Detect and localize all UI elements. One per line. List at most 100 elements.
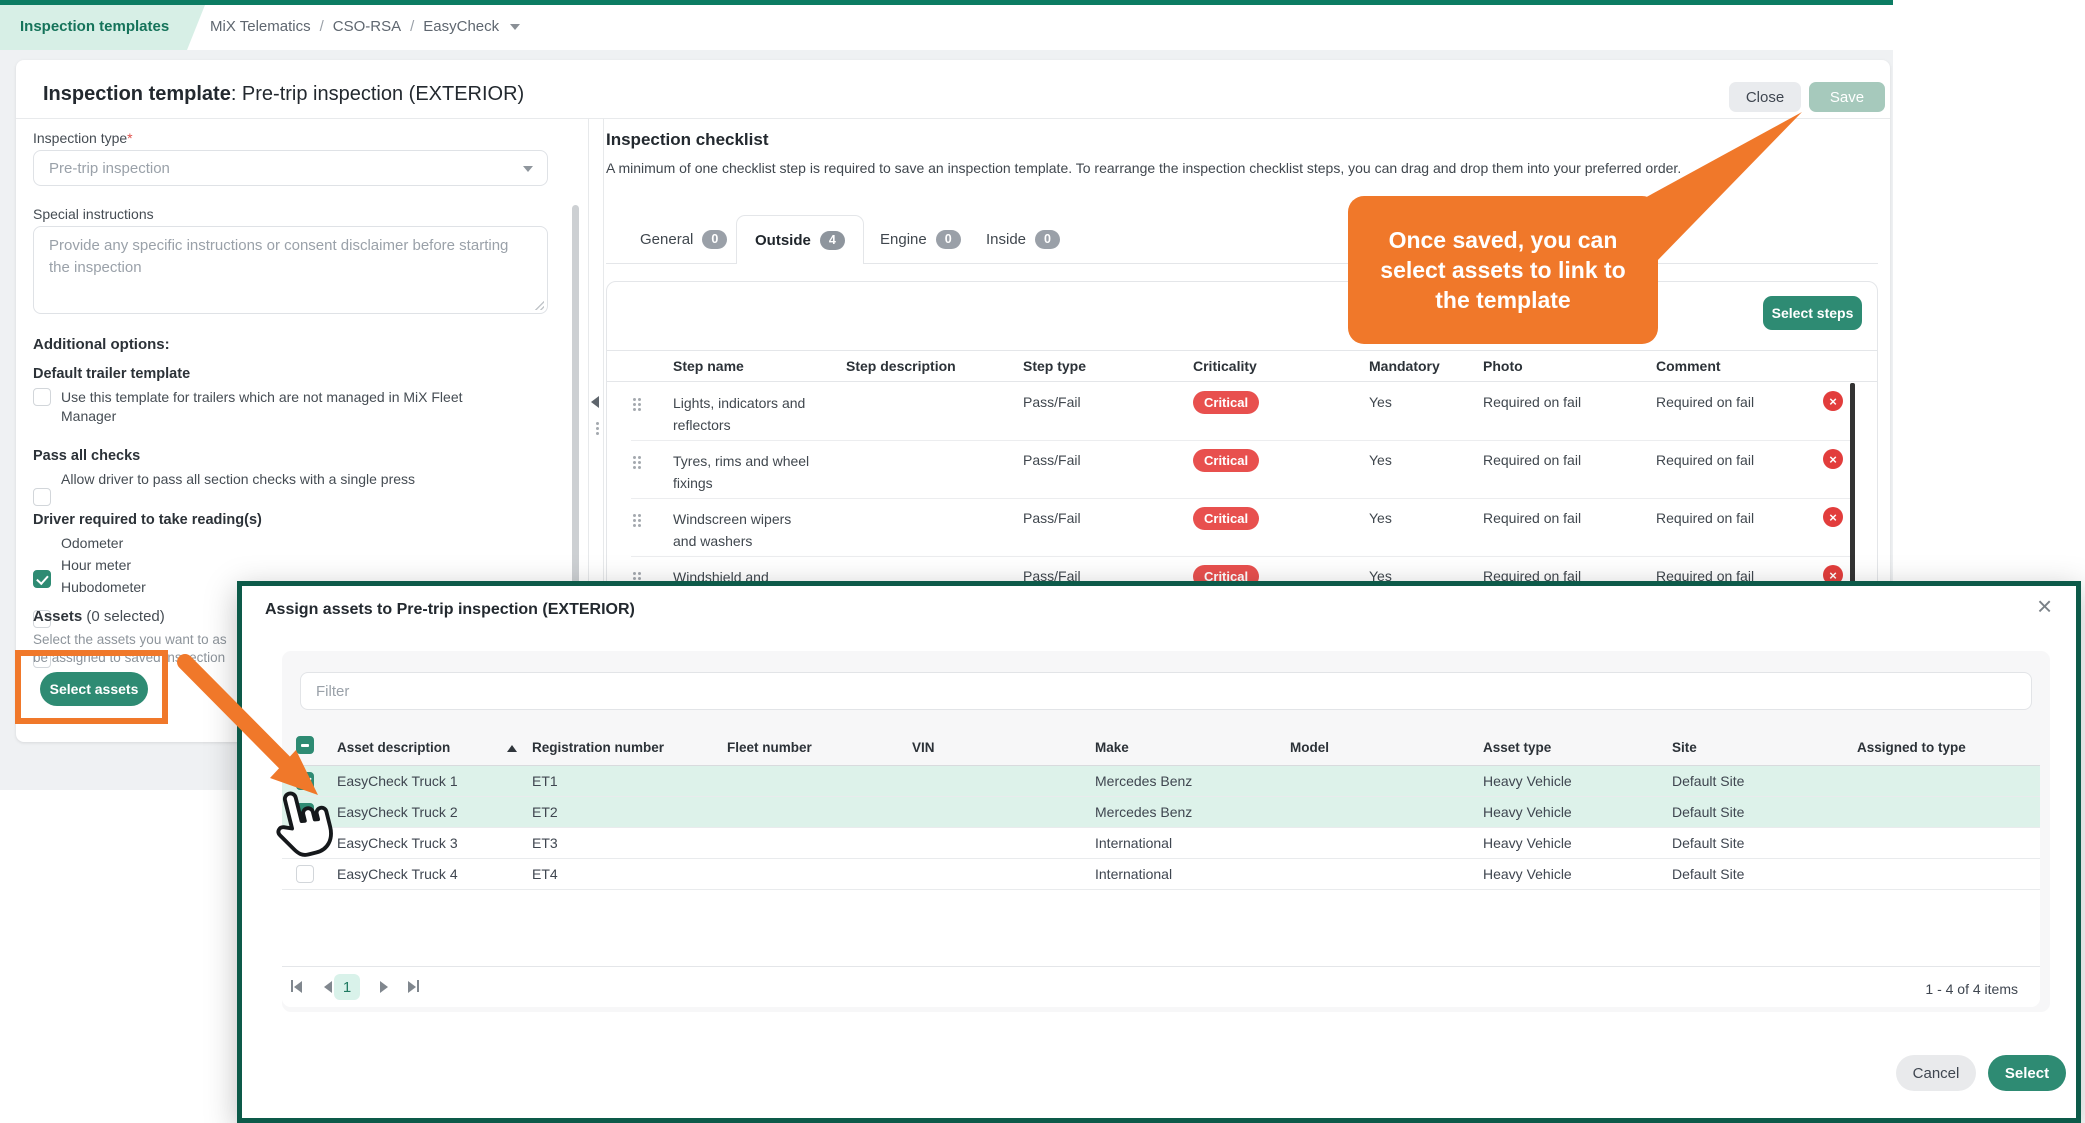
pass-all-checks-heading: Pass all checks bbox=[33, 448, 140, 464]
col-assigned-to-type[interactable]: Assigned to type bbox=[1857, 740, 1966, 755]
hour-meter-label: Hour meter bbox=[61, 557, 131, 573]
last-page-button[interactable] bbox=[408, 980, 416, 998]
cancel-button[interactable]: Cancel bbox=[1896, 1055, 1976, 1091]
items-count-label: 1 - 4 of 4 items bbox=[1925, 981, 2018, 997]
collapse-panel-icon[interactable] bbox=[591, 396, 599, 408]
criticality-badge: Critical bbox=[1193, 449, 1259, 472]
default-trailer-option-label: Use this template for trailers which are… bbox=[61, 388, 463, 426]
sort-asc-icon[interactable] bbox=[507, 745, 517, 752]
asset-row[interactable]: EasyCheck Truck 2 ET2 Mercedes Benz Heav… bbox=[282, 797, 2040, 828]
col-fleet-number[interactable]: Fleet number bbox=[727, 740, 812, 755]
criticality-badge: Critical bbox=[1193, 507, 1259, 530]
checklist-scrollbar[interactable] bbox=[1850, 383, 1855, 583]
chevron-down-icon bbox=[523, 166, 533, 172]
col-photo: Photo bbox=[1483, 358, 1523, 374]
breadcrumb-separator: / bbox=[320, 18, 324, 35]
registration-number: ET4 bbox=[532, 866, 558, 882]
col-asset-type[interactable]: Asset type bbox=[1483, 740, 1551, 755]
col-make[interactable]: Make bbox=[1095, 740, 1129, 755]
required-asterisk: * bbox=[127, 130, 132, 146]
tab-inside[interactable]: Inside 0 bbox=[968, 215, 1078, 263]
resize-handle-icon[interactable] bbox=[533, 299, 544, 310]
hubodometer-label: Hubodometer bbox=[61, 579, 146, 595]
odometer-checkbox[interactable] bbox=[33, 570, 51, 588]
photo-value: Required on fail bbox=[1483, 510, 1581, 526]
drag-handle-icon[interactable] bbox=[633, 572, 636, 575]
page-number-button[interactable]: 1 bbox=[334, 974, 360, 1000]
drag-handle-icon[interactable] bbox=[633, 514, 636, 517]
step-type: Pass/Fail bbox=[1023, 510, 1081, 526]
make: International bbox=[1095, 835, 1172, 851]
site: Default Site bbox=[1672, 804, 1744, 820]
inspection-type-select[interactable]: Pre-trip inspection bbox=[33, 150, 548, 186]
pagination-bar: 1 1 - 4 of 4 items bbox=[282, 966, 2040, 1007]
divider-drag-handle[interactable] bbox=[596, 422, 599, 425]
breadcrumb: MiX Telematics / CSO-RSA / EasyCheck bbox=[210, 18, 520, 35]
drag-handle-icon[interactable] bbox=[633, 456, 636, 459]
left-panel-scrollbar[interactable] bbox=[572, 205, 579, 615]
hand-cursor-icon bbox=[268, 786, 334, 870]
close-icon[interactable]: × bbox=[2037, 593, 2052, 619]
comment-value: Required on fail bbox=[1656, 394, 1754, 410]
inspection-type-label: Inspection type* bbox=[33, 130, 133, 146]
asset-type: Heavy Vehicle bbox=[1483, 804, 1572, 820]
delete-step-button[interactable]: × bbox=[1823, 507, 1843, 527]
checklist-table: Select steps Step name Step description … bbox=[606, 281, 1878, 611]
step-type: Pass/Fail bbox=[1023, 452, 1081, 468]
pass-all-checkbox[interactable] bbox=[33, 488, 51, 506]
delete-step-button[interactable]: × bbox=[1823, 391, 1843, 411]
save-button[interactable]: Save bbox=[1809, 82, 1885, 112]
registration-number: ET3 bbox=[532, 835, 558, 851]
breadcrumb-item-org[interactable]: MiX Telematics bbox=[210, 18, 311, 35]
site: Default Site bbox=[1672, 773, 1744, 789]
pass-all-option-label: Allow driver to pass all section checks … bbox=[61, 471, 415, 487]
prev-page-button[interactable] bbox=[324, 980, 332, 998]
next-page-button[interactable] bbox=[380, 980, 388, 998]
asset-description: EasyCheck Truck 4 bbox=[337, 866, 458, 882]
additional-options-heading: Additional options: bbox=[33, 336, 170, 353]
default-trailer-checkbox[interactable] bbox=[33, 388, 51, 406]
col-registration-number[interactable]: Registration number bbox=[532, 740, 664, 755]
col-mandatory: Mandatory bbox=[1369, 358, 1440, 374]
registration-number: ET2 bbox=[532, 804, 558, 820]
col-comment: Comment bbox=[1656, 358, 1721, 374]
tab-engine[interactable]: Engine 0 bbox=[862, 215, 979, 263]
checklist-title: Inspection checklist bbox=[606, 130, 769, 150]
breadcrumb-item-group[interactable]: CSO-RSA bbox=[333, 18, 401, 35]
comment-value: Required on fail bbox=[1656, 452, 1754, 468]
special-instructions-textarea[interactable]: Provide any specific instructions or con… bbox=[33, 226, 548, 314]
annotation-callout: Once saved, you can select assets to lin… bbox=[1348, 196, 1658, 344]
tab-outside[interactable]: Outside 4 bbox=[736, 215, 864, 264]
modal-title: Assign assets to Pre-trip inspection (EX… bbox=[265, 601, 635, 619]
asset-row[interactable]: EasyCheck Truck 3 ET3 International Heav… bbox=[282, 828, 2040, 859]
modal-select-button[interactable]: Select bbox=[1988, 1055, 2066, 1091]
checklist-table-header: Step name Step description Step type Cri… bbox=[607, 350, 1877, 382]
photo-value: Required on fail bbox=[1483, 394, 1581, 410]
delete-step-button[interactable]: × bbox=[1823, 449, 1843, 469]
top-bar: Inspection templates MiX Telematics / CS… bbox=[0, 5, 1893, 50]
tab-inspection-templates-label: Inspection templates bbox=[20, 18, 169, 35]
registration-number: ET1 bbox=[532, 773, 558, 789]
asset-row[interactable]: EasyCheck Truck 4 ET4 International Heav… bbox=[282, 859, 2040, 890]
asset-type: Heavy Vehicle bbox=[1483, 835, 1572, 851]
col-model[interactable]: Model bbox=[1290, 740, 1329, 755]
filter-input[interactable] bbox=[300, 672, 2032, 710]
col-vin[interactable]: VIN bbox=[912, 740, 935, 755]
col-site[interactable]: Site bbox=[1672, 740, 1697, 755]
checklist-row: Tyres, rims and wheelfixings Pass/Fail C… bbox=[607, 440, 1877, 498]
default-trailer-heading: Default trailer template bbox=[33, 366, 190, 382]
special-instructions-label: Special instructions bbox=[33, 206, 154, 222]
mandatory-value: Yes bbox=[1369, 510, 1392, 526]
chevron-down-icon[interactable] bbox=[510, 24, 520, 30]
page-title-label: Inspection template bbox=[43, 83, 231, 105]
drag-handle-icon[interactable] bbox=[633, 398, 636, 401]
breadcrumb-item-site[interactable]: EasyCheck bbox=[423, 18, 499, 35]
tab-inside-count-badge: 0 bbox=[1035, 230, 1060, 249]
tab-general[interactable]: General 0 bbox=[622, 215, 745, 263]
checklist-row: Windscreen wipersand washers Pass/Fail C… bbox=[607, 498, 1877, 556]
site: Default Site bbox=[1672, 866, 1744, 882]
select-steps-button[interactable]: Select steps bbox=[1763, 296, 1862, 330]
inspection-type-value: Pre-trip inspection bbox=[49, 160, 170, 177]
first-page-button[interactable] bbox=[294, 980, 302, 998]
asset-row[interactable]: EasyCheck Truck 1 ET1 Mercedes Benz Heav… bbox=[282, 766, 2040, 797]
